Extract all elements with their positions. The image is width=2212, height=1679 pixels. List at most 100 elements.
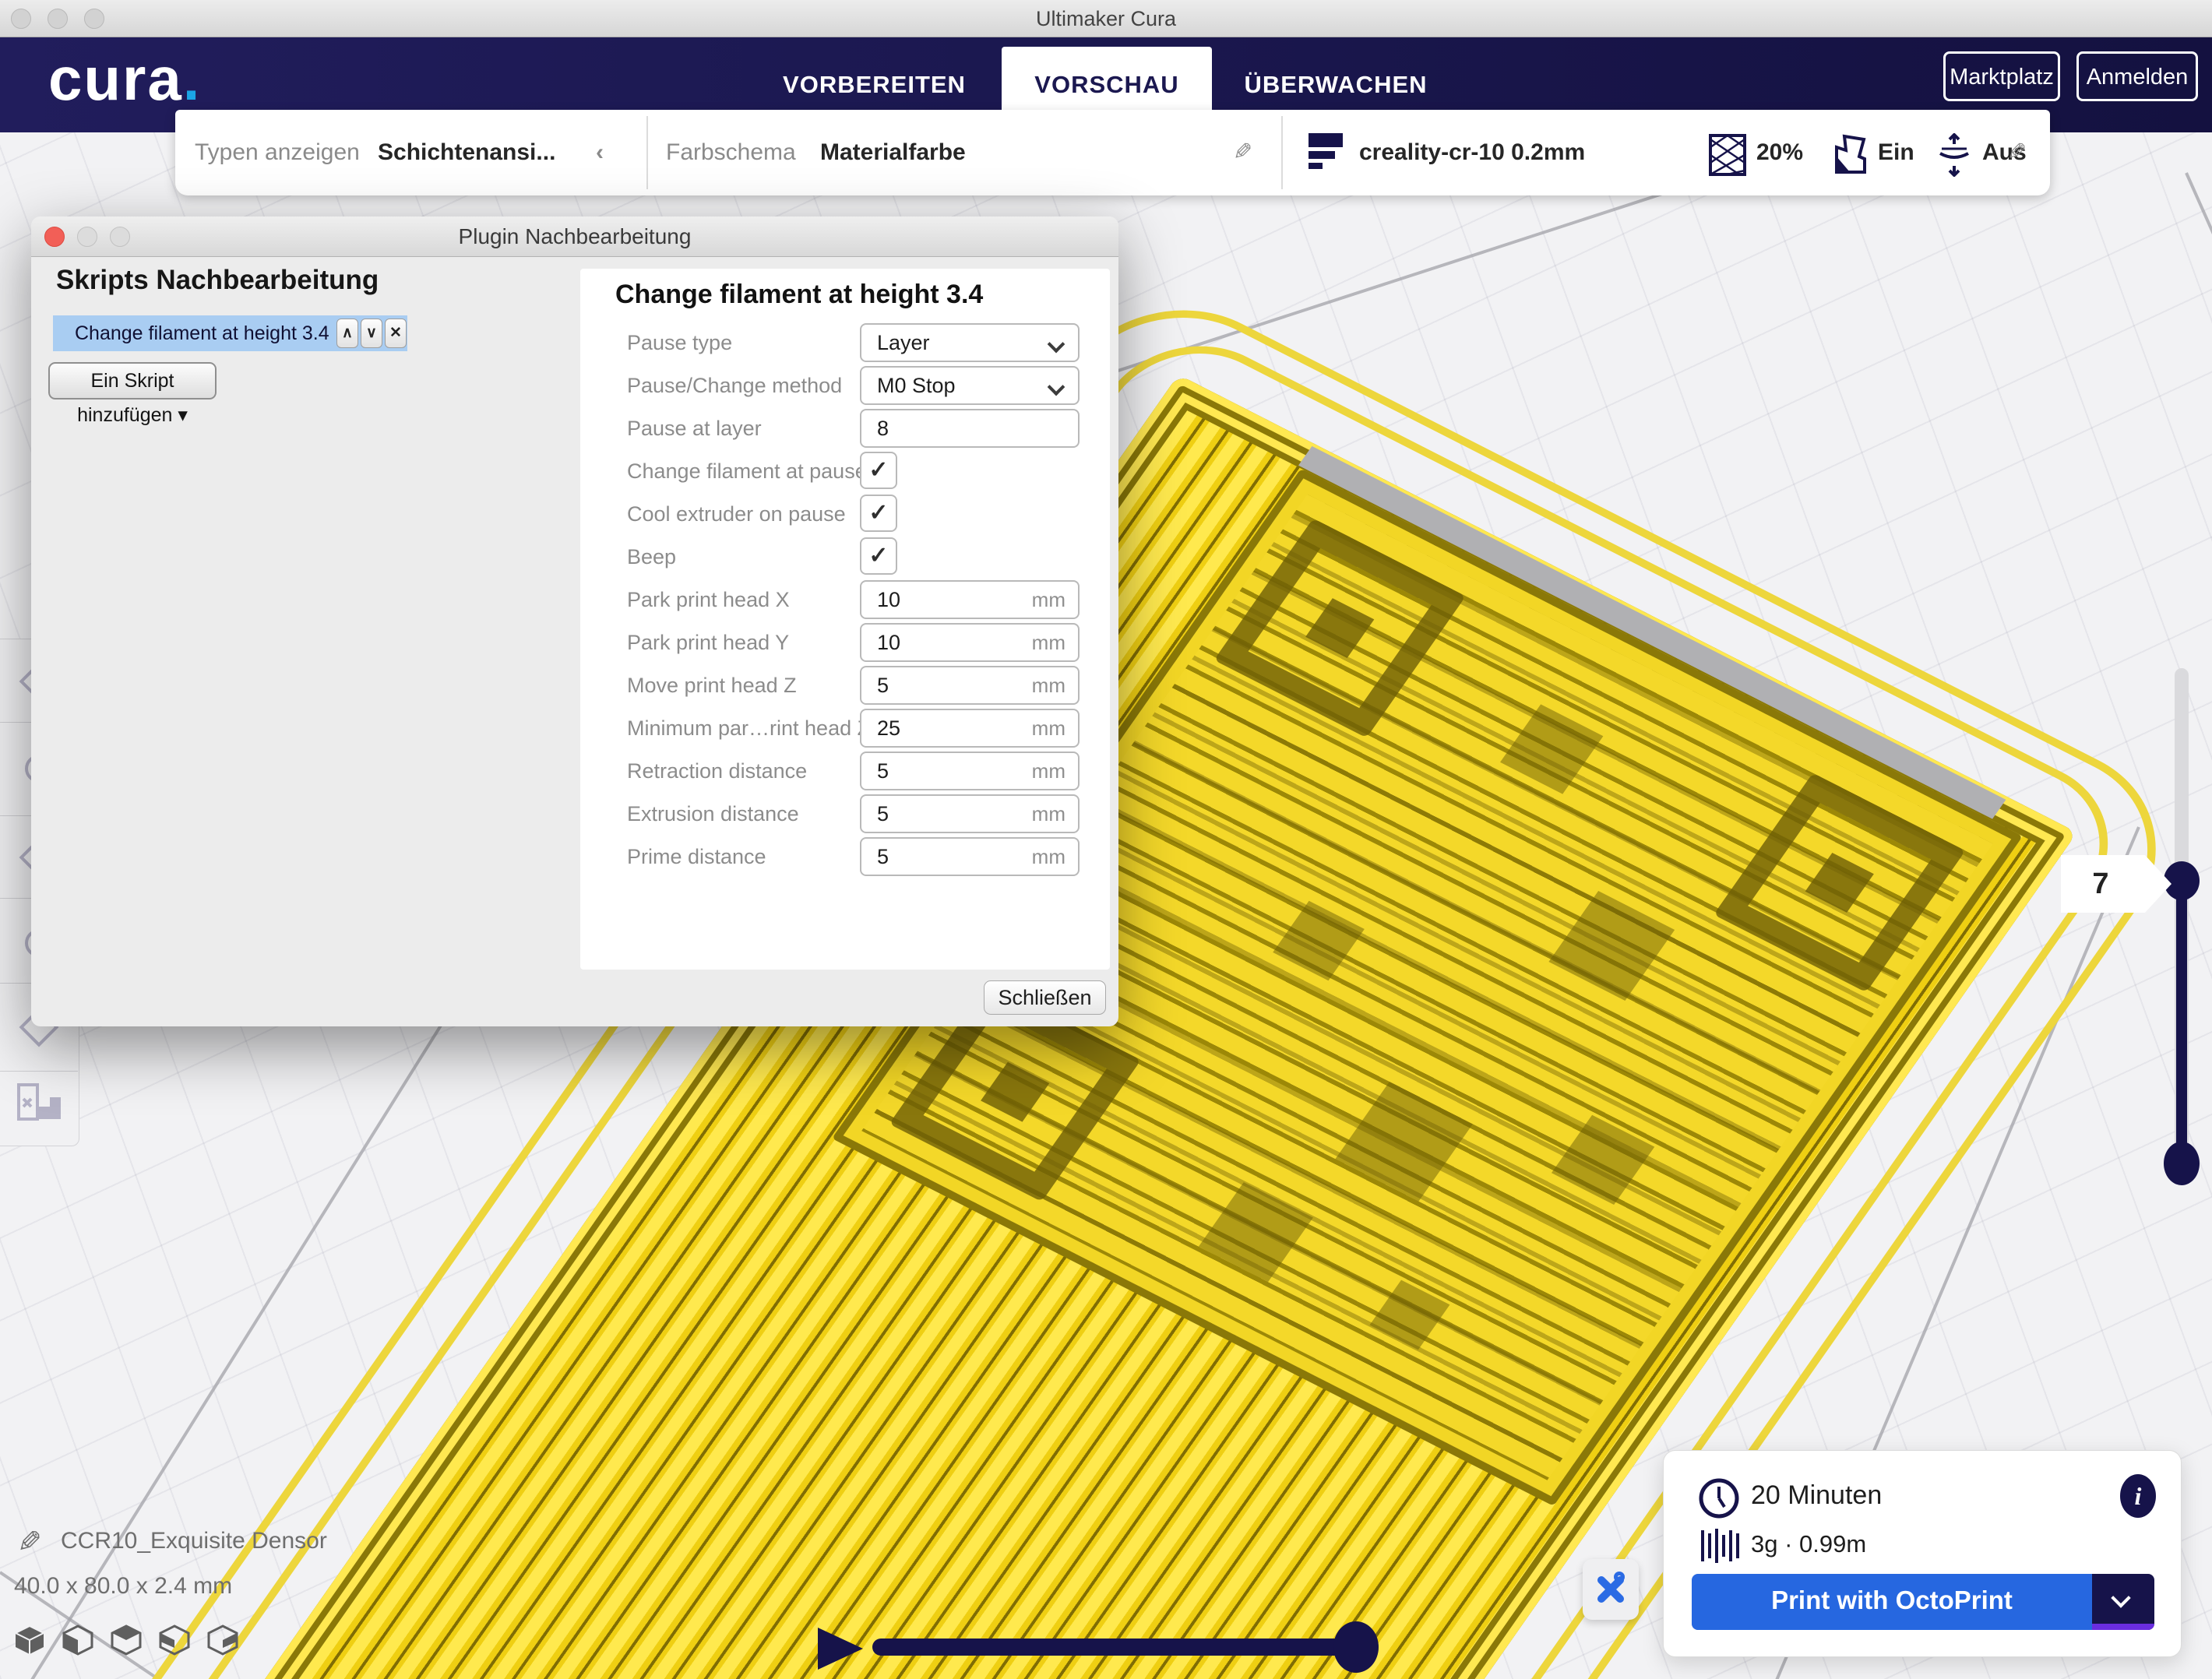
- field-row: Change filament at pause✓: [580, 452, 1110, 491]
- cura-logo: cura.: [48, 44, 201, 114]
- script-settings-heading: Change filament at height 3.4: [615, 280, 983, 310]
- camera-view-buttons: [14, 1624, 238, 1656]
- view-top-icon[interactable]: [111, 1624, 142, 1656]
- field-checkbox[interactable]: ✓: [860, 452, 897, 489]
- field-input[interactable]: 8: [860, 409, 1080, 448]
- info-icon[interactable]: i: [2120, 1474, 2156, 1518]
- remove-script-button[interactable]: ✕: [385, 319, 407, 348]
- timeline-slider[interactable]: [872, 1639, 1355, 1656]
- dialog-fields: Pause typeLayer Pause/Change method M0 Sto…: [580, 323, 1110, 880]
- print-options-segment[interactable]: [2092, 1574, 2154, 1630]
- field-input[interactable]: 5mm: [860, 794, 1080, 833]
- field-input[interactable]: 5mm: [860, 666, 1080, 705]
- field-input[interactable]: 25mm: [860, 709, 1080, 748]
- add-script-button[interactable]: Ein Skript hinzufügen ▾: [48, 362, 217, 400]
- field-label: Move print head Z: [627, 666, 797, 705]
- field-checkbox[interactable]: ✓: [860, 537, 897, 575]
- sidebar-tool-button[interactable]: [0, 1071, 78, 1072]
- field-select[interactable]: M0 Stop: [860, 366, 1080, 405]
- layer-slider-lower-handle[interactable]: [2164, 1142, 2200, 1185]
- dialog-minimize-icon[interactable]: [77, 227, 97, 247]
- field-row: Extrusion distance 5mm: [580, 794, 1110, 833]
- field-label: Beep: [627, 537, 676, 576]
- field-unit: mm: [1032, 796, 1065, 832]
- view-front-icon[interactable]: [62, 1624, 93, 1656]
- field-row: Prime distance 5mm: [580, 837, 1110, 876]
- field-input[interactable]: 5mm: [860, 752, 1080, 790]
- field-input[interactable]: 5mm: [860, 837, 1080, 876]
- marketplace-button[interactable]: Marktplatz: [1943, 51, 2060, 101]
- infill-icon: [1708, 133, 1747, 177]
- view-type-value[interactable]: Schichtenansi...: [378, 110, 555, 195]
- field-label: Pause at layer: [627, 409, 762, 448]
- play-button[interactable]: [818, 1628, 863, 1670]
- printer-profile[interactable]: creality-cr-10 0.2mm: [1359, 110, 1585, 195]
- grid-major-line: [2185, 172, 2212, 401]
- preview-toolbar: Typen anzeigen Schichtenansi... ‹ Farbsc…: [175, 110, 2050, 195]
- layer-slider-upper-handle[interactable]: [2164, 861, 2200, 900]
- field-row: Park print head X 10mm: [580, 580, 1110, 619]
- signin-button[interactable]: Anmelden: [2076, 51, 2198, 101]
- print-button-label[interactable]: Print with OctoPrint: [1692, 1574, 2092, 1630]
- window-titlebar: Ultimaker Cura: [0, 0, 2212, 37]
- chevron-down-icon: [2111, 1588, 2130, 1607]
- pencil-icon[interactable]: ✎: [1233, 110, 1252, 195]
- scripts-heading: Skripts Nachbearbeitung: [56, 265, 379, 296]
- support-icon: [1833, 133, 1869, 175]
- field-label: Pause/Change method: [627, 366, 842, 405]
- field-row: Pause typeLayer: [580, 323, 1110, 362]
- field-label: Park print head X: [627, 580, 790, 619]
- dialog-zoom-icon[interactable]: [110, 227, 130, 247]
- field-select[interactable]: Layer: [860, 323, 1080, 362]
- field-row: Pause at layer 8: [580, 409, 1110, 448]
- field-unit: mm: [1032, 753, 1065, 789]
- view-3d-icon[interactable]: [14, 1624, 45, 1656]
- model-name: CCR10_Exquisite Densor: [61, 1528, 327, 1554]
- qr-finder-square: [1714, 773, 1965, 993]
- material-estimate: 3g · 0.99m: [1751, 1530, 1866, 1558]
- field-checkbox[interactable]: ✓: [860, 495, 897, 532]
- support-value[interactable]: Ein: [1878, 110, 1914, 195]
- print-time-estimate: 20 Minuten: [1751, 1480, 1882, 1511]
- layer-profile-icon: [1309, 133, 1343, 173]
- field-label: Extrusion distance: [627, 794, 799, 833]
- infill-value[interactable]: 20%: [1756, 110, 1803, 195]
- dialog-titlebar: Plugin Nachbearbeitung: [31, 216, 1118, 257]
- script-settings-panel: Change filament at height 3.4 Pause type…: [580, 269, 1110, 970]
- view-left-icon[interactable]: [159, 1624, 190, 1656]
- field-unit: mm: [1032, 667, 1065, 703]
- field-input[interactable]: 10mm: [860, 623, 1080, 662]
- pencil-icon[interactable]: ✎: [2007, 110, 2027, 195]
- close-dialog-button[interactable]: Schließen: [984, 980, 1106, 1015]
- color-scheme-value[interactable]: Materialfarbe: [820, 110, 966, 195]
- collapse-chevron-icon[interactable]: ‹: [596, 110, 604, 195]
- field-row: Retraction distance 5mm: [580, 752, 1110, 790]
- print-button[interactable]: Print with OctoPrint: [1692, 1574, 2154, 1630]
- adhesion-icon: [1937, 133, 1971, 177]
- field-row: Minimum par…rint head Z25mm: [580, 709, 1110, 748]
- field-label: Prime distance: [627, 837, 766, 876]
- model-dimensions: 40.0 x 80.0 x 2.4 mm: [14, 1573, 232, 1600]
- view-right-icon[interactable]: [207, 1624, 238, 1656]
- support-blocker-tool-icon[interactable]: [16, 1080, 64, 1128]
- move-script-up-button[interactable]: ∧: [336, 319, 358, 348]
- field-label: Retraction distance: [627, 752, 807, 790]
- field-label: Change filament at pause: [627, 452, 867, 491]
- print-job-card: 20 Minuten i 3g · 0.99m Print with OctoP…: [1663, 1450, 2182, 1657]
- filament-icon: [1700, 1526, 1742, 1566]
- octoprint-settings-button[interactable]: [1583, 1559, 1639, 1620]
- field-unit: mm: [1032, 625, 1065, 660]
- timeline-handle[interactable]: [1333, 1621, 1379, 1673]
- field-label: Park print head Y: [627, 623, 789, 662]
- field-row: Cool extruder on pause✓: [580, 495, 1110, 533]
- move-script-down-button[interactable]: ∨: [361, 319, 382, 348]
- rename-model-icon[interactable]: ✎: [17, 1525, 42, 1560]
- field-label: Minimum par…rint head Z: [627, 709, 870, 748]
- field-input[interactable]: 10mm: [860, 580, 1080, 619]
- field-row: Park print head Y 10mm: [580, 623, 1110, 662]
- color-scheme-label: Farbschema: [666, 110, 796, 195]
- dialog-close-icon[interactable]: [44, 227, 65, 247]
- chevron-down-icon: [1048, 378, 1065, 396]
- layer-slider-range: [2176, 880, 2187, 1162]
- field-row: Move print head Z 5mm: [580, 666, 1110, 705]
